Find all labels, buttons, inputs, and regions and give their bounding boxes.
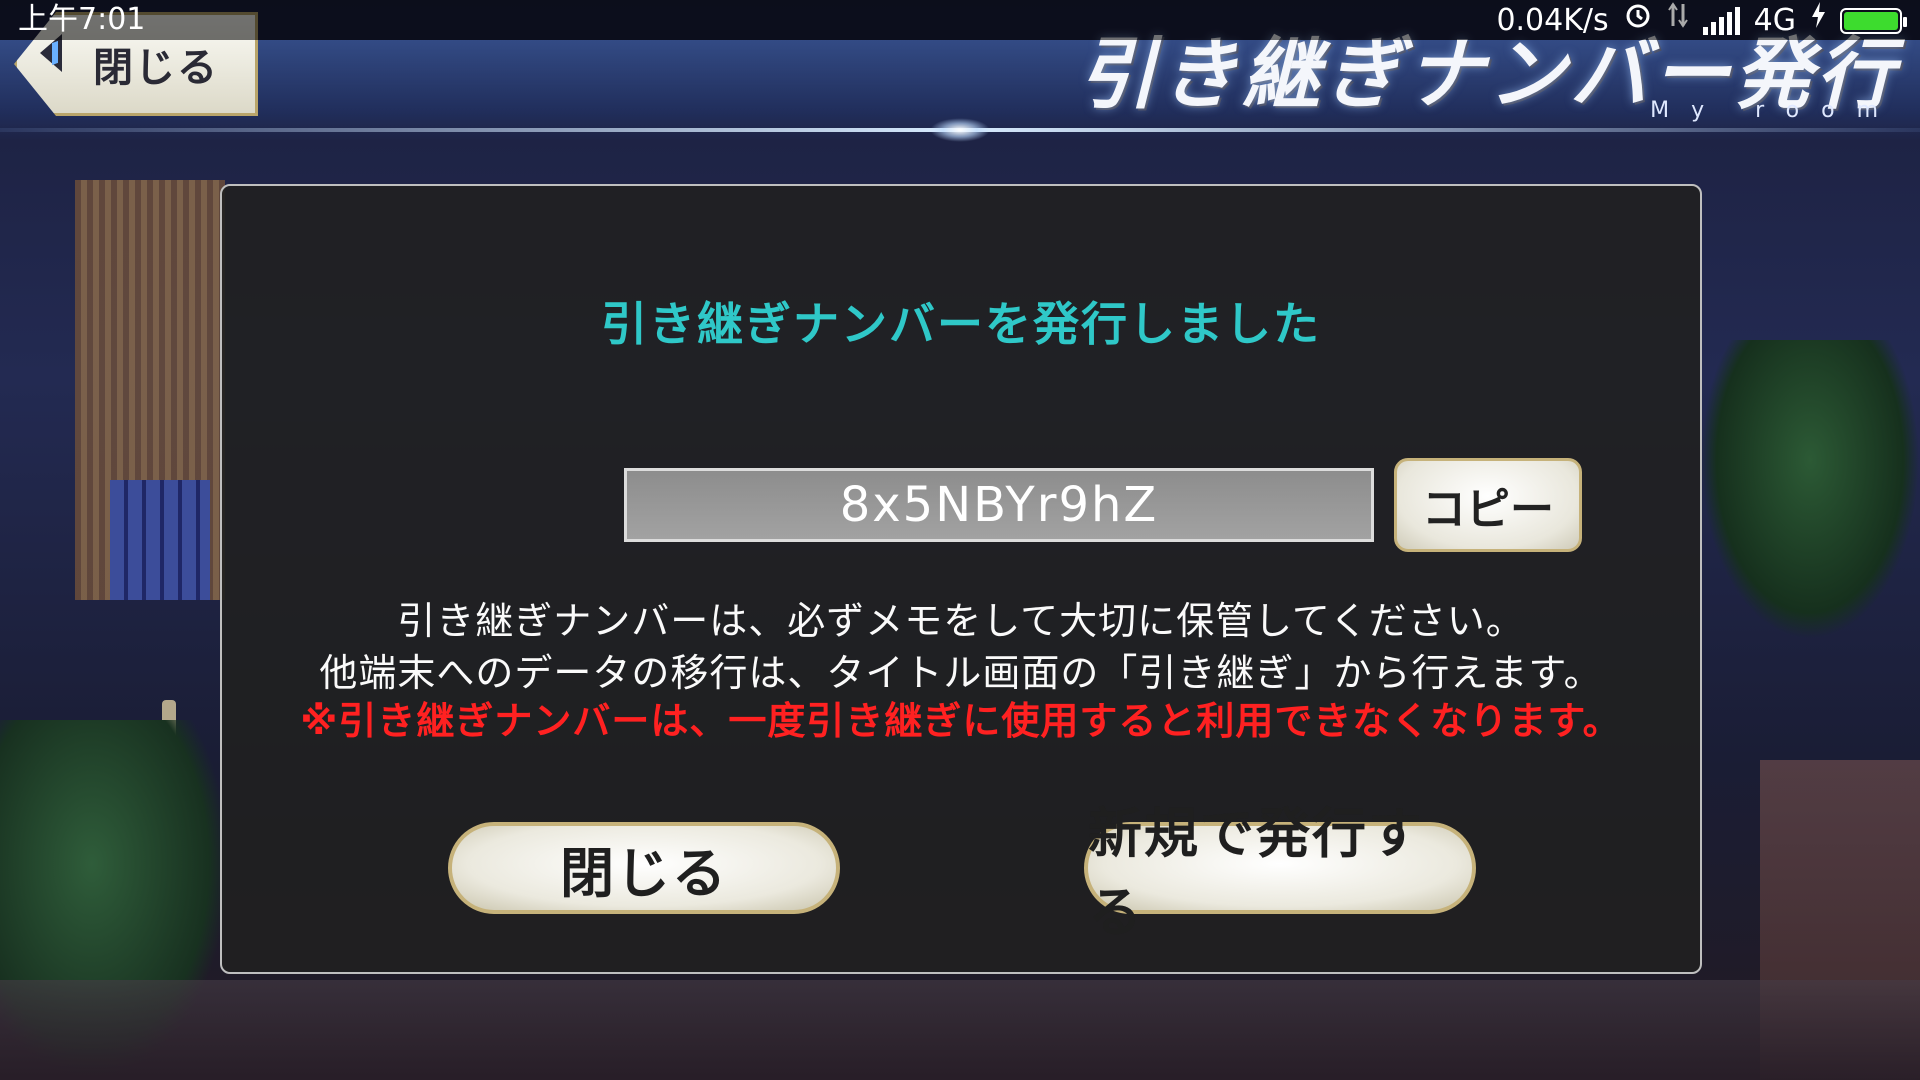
- back-chevron-highlight: [52, 40, 58, 66]
- info-message-line2: 他端末へのデータの移行は、タイトル画面の「引き継ぎ」から行えます。: [319, 651, 1603, 695]
- background-plant-right: [1700, 340, 1920, 640]
- status-indicators: 0.04K/s 4G: [1496, 0, 1907, 41]
- status-time: 上午7:01: [18, 2, 146, 37]
- network-type: 4G: [1753, 2, 1796, 38]
- transfer-code-field[interactable]: 8x5NBYr9hZ: [624, 468, 1374, 542]
- background-window-pane: [110, 480, 210, 600]
- battery-icon: [1840, 7, 1907, 34]
- close-button[interactable]: 閉じる: [448, 822, 840, 914]
- header-light-spark: [930, 118, 990, 142]
- page-subtitle: My room: [1650, 98, 1900, 123]
- charging-icon: [1810, 0, 1826, 41]
- background-floor: [0, 980, 1920, 1080]
- info-message-line1: 引き継ぎナンバーは、必ずメモをして大切に保管してください。: [397, 599, 1525, 643]
- status-bar: 上午7:01 0.04K/s 4G: [0, 0, 1920, 40]
- alarm-icon: [1623, 0, 1653, 41]
- signal-bars-icon: [1702, 6, 1740, 35]
- reissue-button[interactable]: 新規で発行する: [1084, 802, 1476, 944]
- network-speed: 0.04K/s: [1496, 2, 1609, 38]
- back-close-label: 閉じる: [93, 45, 219, 91]
- data-transfer-icon: [1667, 0, 1689, 41]
- copy-button[interactable]: コピー: [1394, 458, 1582, 552]
- transfer-number-dialog: 引き継ぎナンバーを発行しました 8x5NBYr9hZ コピー 引き継ぎナンバーは…: [220, 184, 1702, 974]
- battery-level: [1844, 11, 1898, 30]
- dialog-title: 引き継ぎナンバーを発行しました: [601, 297, 1321, 351]
- warning-message: ※引き継ぎナンバーは、一度引き継ぎに使用すると利用できなくなります。: [300, 699, 1622, 743]
